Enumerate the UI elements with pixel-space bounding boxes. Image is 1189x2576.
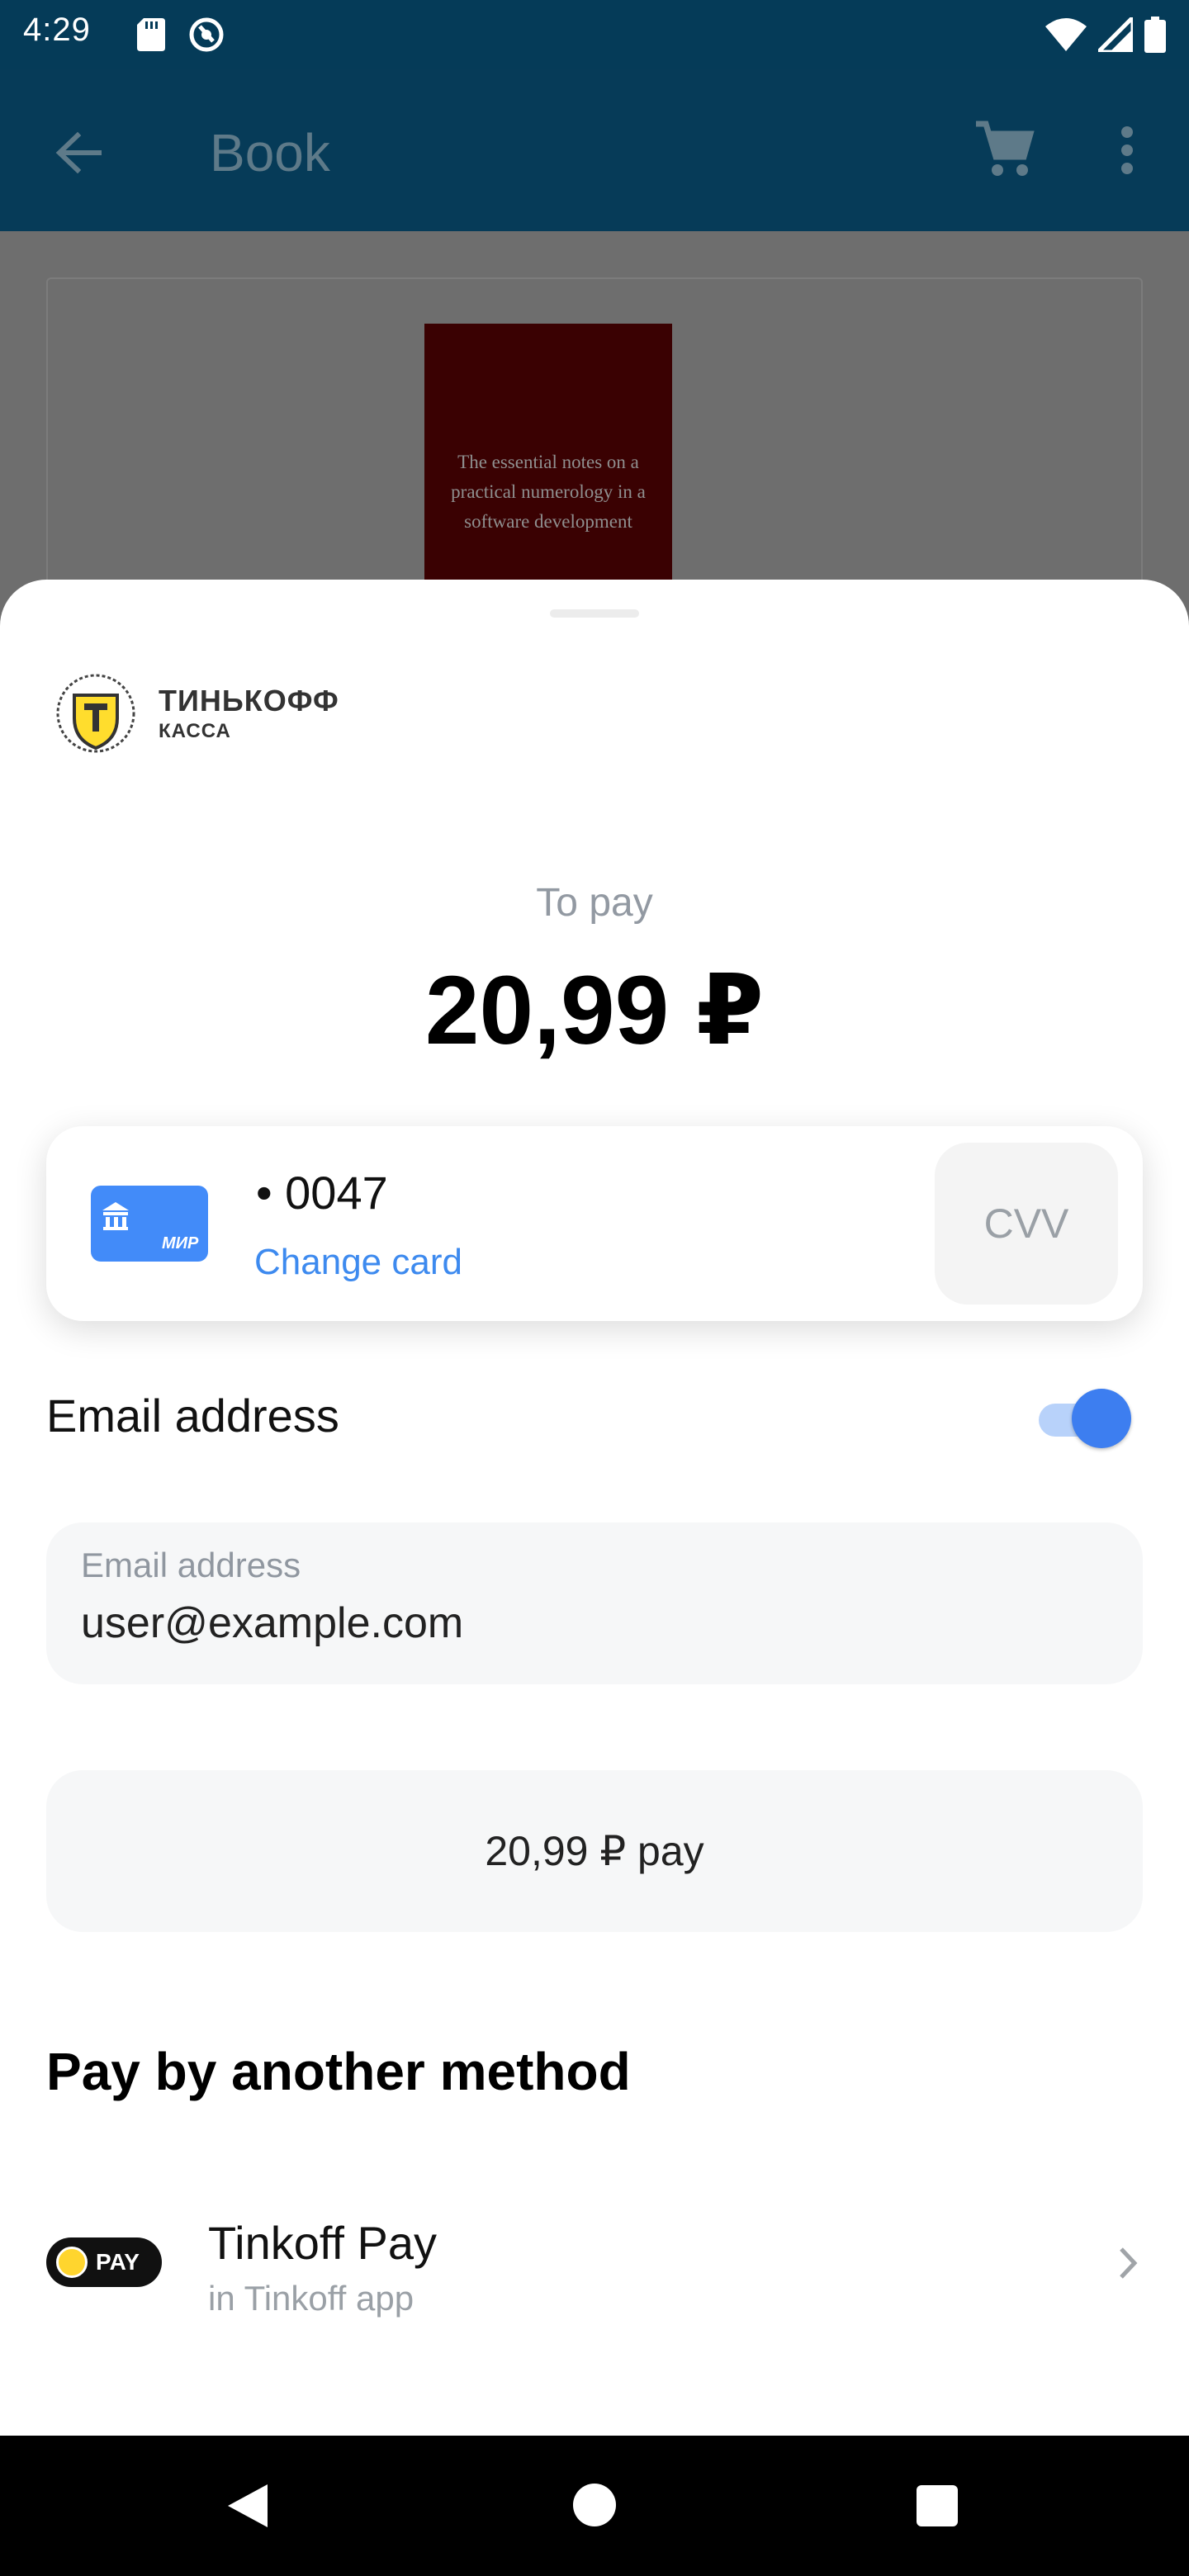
email-field-label: Email address [81,1546,301,1584]
tinkoff-pay-badge-text: PAY [96,2249,140,2275]
status-time: 4:29 [23,12,91,48]
email-field[interactable]: Email address user@example.com [46,1522,1143,1684]
alt-methods-title: Pay by another method [46,2042,631,2101]
change-card-link[interactable]: Change card [254,1242,462,1283]
sync-icon [188,17,225,57]
to-pay-amount: 20,99 ₽ [424,956,765,1065]
tinkoff-pay-option[interactable]: PAY Tinkoff Pay in Tinkoff app [0,2185,1189,2350]
brand-name: ТИНЬКОФФ [159,684,339,717]
wifi-icon [1045,18,1087,55]
toggle-thumb [1072,1389,1131,1448]
nav-home-icon[interactable] [573,2484,616,2526]
svg-text:МИР: МИР [162,1234,199,1252]
cvv-input[interactable]: CVV [935,1143,1118,1305]
drag-handle[interactable] [550,609,639,618]
tinkoff-pay-subtitle: in Tinkoff app [208,2279,414,2318]
tinkoff-logo-icon [46,670,145,756]
tinkoff-pay-logo-icon [56,2247,88,2278]
nav-back-icon[interactable] [223,2481,271,2535]
tinkoff-pay-badge: PAY [46,2237,162,2287]
battery-icon [1144,17,1166,57]
to-pay-label: To pay [536,881,653,925]
card-number: • 0047 [256,1167,388,1219]
page-title: Book [210,123,330,182]
sd-card-icon [137,18,165,55]
tinkoff-pay-title: Tinkoff Pay [208,2217,438,2269]
status-bar: 4:29 [0,0,1189,69]
chevron-right-icon [1111,2242,1144,2284]
system-nav-bar [0,2436,1189,2576]
payment-bottom-sheet: ТИНЬКОФФ КАССА To pay 20,99 ₽ МИР • 0047… [0,580,1189,2436]
email-toggle-label: Email address [46,1390,339,1442]
saved-card[interactable]: МИР • 0047 Change card CVV [46,1126,1143,1321]
signal-icon [1092,12,1135,56]
email-toggle[interactable] [1035,1385,1135,1448]
mir-card-icon: МИР [91,1186,208,1262]
brand-sub: КАССА [159,720,231,742]
more-vert-icon[interactable] [1106,117,1148,183]
pay-button[interactable]: 20,99 ₽ pay [46,1770,1143,1932]
cart-icon[interactable] [971,117,1037,183]
email-field-value[interactable]: user@example.com [81,1598,463,1648]
back-arrow-icon[interactable] [50,124,107,182]
brand-header: ТИНЬКОФФ КАССА [46,670,339,756]
app-bar: Book [0,69,1189,231]
nav-recents-icon[interactable] [917,2485,958,2526]
